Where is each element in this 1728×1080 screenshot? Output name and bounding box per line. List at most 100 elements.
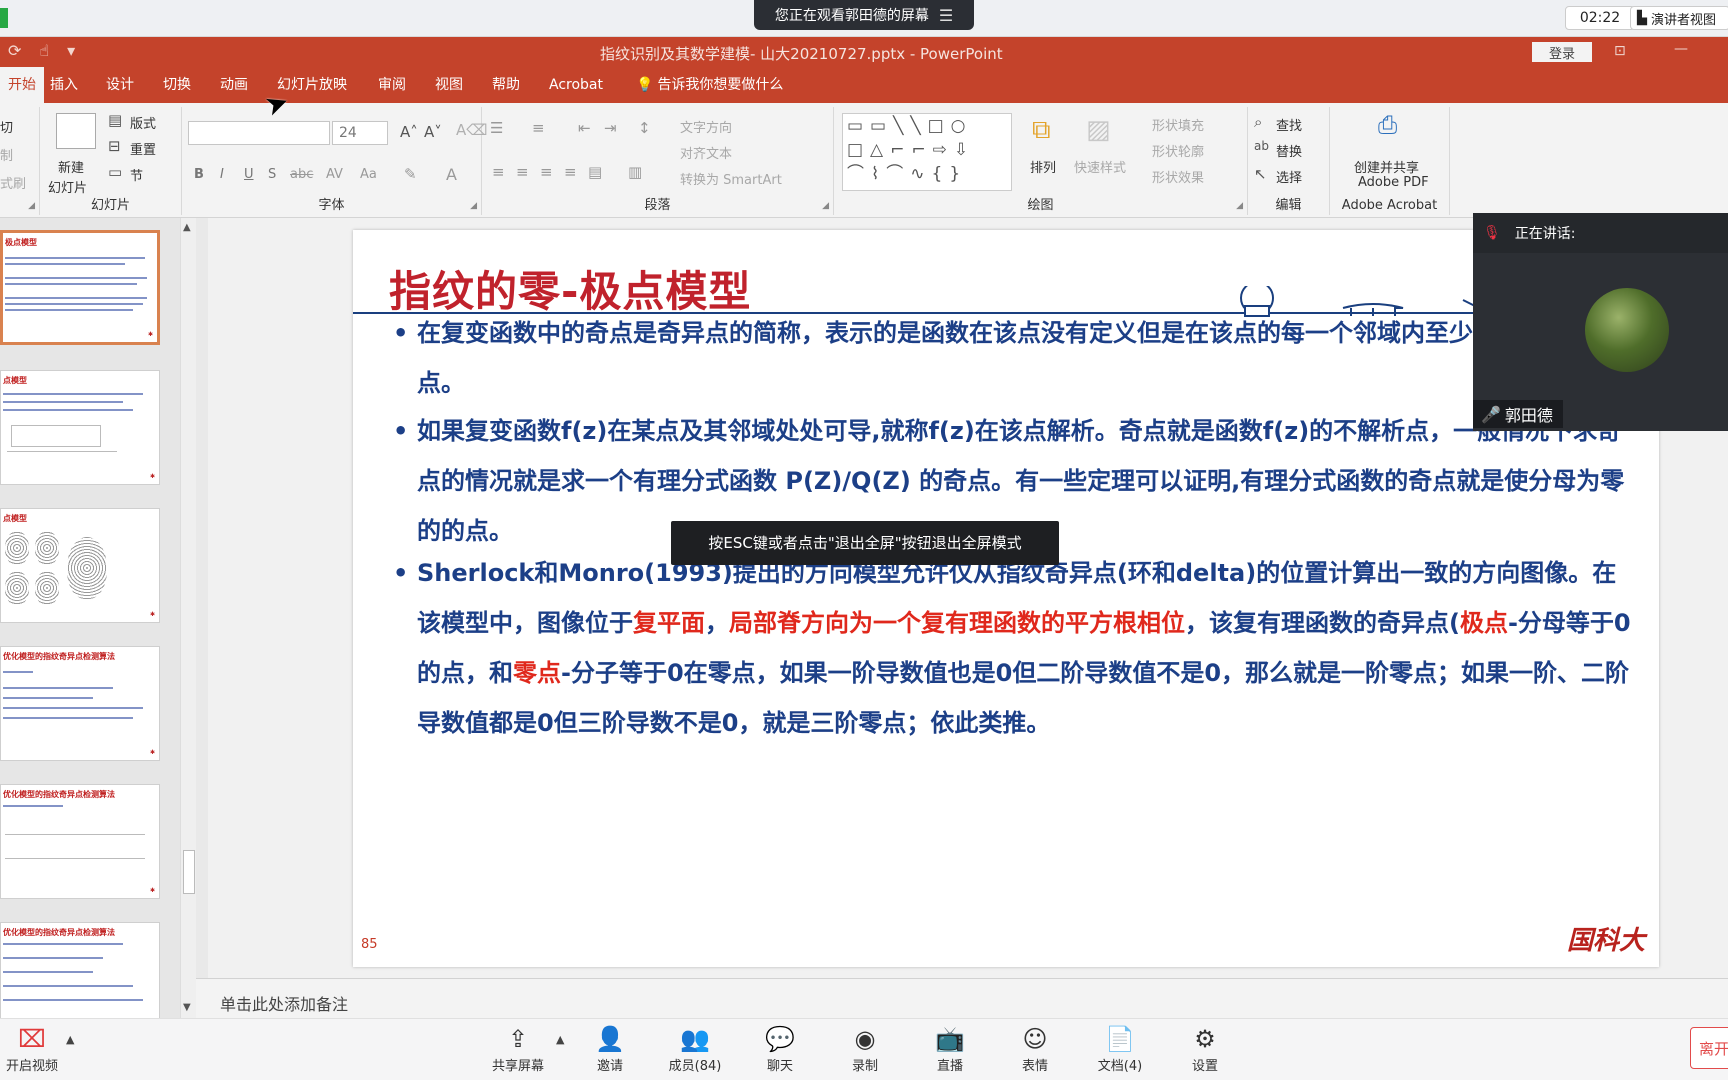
- create-share-label-1[interactable]: 创建并共享: [1354, 157, 1419, 176]
- presenter-view-button[interactable]: ▙ 演讲者视图: [1630, 6, 1728, 30]
- find-button[interactable]: 查找: [1276, 115, 1302, 134]
- slide-canvas[interactable]: 指纹的零-极点模型 • 在复变函数中的奇点是奇异点的简称，表示的是函数在该点没有…: [353, 230, 1659, 967]
- quick-styles-icon[interactable]: ▨: [1086, 115, 1111, 145]
- create-share-label-2[interactable]: Adobe PDF: [1358, 175, 1429, 190]
- cut-button[interactable]: 切: [0, 117, 13, 136]
- shape-outline-button[interactable]: 形状轮廓: [1152, 141, 1204, 160]
- align-left-icon[interactable]: ≡: [492, 163, 505, 181]
- thumbnail-scroll-thumb[interactable]: [183, 850, 195, 894]
- distribute-icon[interactable]: ▤: [588, 163, 602, 181]
- docs-button[interactable]: 📄 文档(4): [1088, 1023, 1152, 1074]
- drawing-launcher-icon[interactable]: ◢: [1236, 201, 1243, 211]
- numbering-icon[interactable]: ≡: [532, 119, 545, 137]
- align-text-button[interactable]: 对齐文本: [680, 143, 732, 162]
- slide-thumbnail[interactable]: 极点模型 ✱: [0, 230, 160, 345]
- tab-view[interactable]: 视图: [435, 67, 463, 103]
- highlight-icon[interactable]: ✎: [404, 165, 417, 183]
- slide-thumbnail[interactable]: 点模型 ✱: [0, 508, 160, 623]
- slide-thumbnail[interactable]: 优化模型的指纹奇异点检测算法 ✱: [0, 784, 160, 899]
- char-spacing-button[interactable]: AV: [326, 167, 343, 182]
- shapes-gallery[interactable]: ▭▭╲╲□○ □△⌐⌐⇨⇩ ⌒⌇⌒∿{}: [842, 113, 1012, 191]
- members-button[interactable]: 👥 成员(84): [663, 1023, 727, 1074]
- increase-indent-icon[interactable]: ⇥: [604, 119, 617, 137]
- share-options-icon[interactable]: ▲: [556, 1033, 564, 1046]
- ribbon-display-icon[interactable]: ⊡: [1614, 43, 1626, 59]
- tab-acrobat[interactable]: Acrobat: [549, 67, 603, 103]
- login-button[interactable]: 登录: [1532, 42, 1592, 62]
- font-launcher-icon[interactable]: ◢: [470, 201, 477, 211]
- tab-home[interactable]: 开始: [0, 67, 44, 103]
- customize-qat-icon[interactable]: ▾: [67, 41, 75, 60]
- tab-insert[interactable]: 插入: [50, 67, 78, 103]
- select-button[interactable]: 选择: [1276, 167, 1302, 186]
- tab-review[interactable]: 审阅: [378, 67, 406, 103]
- invite-button[interactable]: 👤 邀请: [578, 1023, 642, 1074]
- chat-button[interactable]: 💬 聊天: [748, 1023, 812, 1074]
- tab-animations[interactable]: 动画: [220, 67, 248, 103]
- decrease-font-icon[interactable]: A˅: [424, 123, 442, 141]
- arrange-button[interactable]: 排列: [1030, 157, 1056, 176]
- speaker-header: 🎙 正在讲话:: [1473, 213, 1728, 253]
- create-pdf-icon[interactable]: ⎙: [1378, 111, 1397, 139]
- replace-button[interactable]: 替换: [1276, 141, 1302, 160]
- font-size-combo[interactable]: 24: [332, 121, 388, 145]
- record-button[interactable]: ◉ 录制: [833, 1023, 897, 1074]
- arrange-icon[interactable]: ⧉: [1032, 115, 1051, 146]
- shape-fill-button[interactable]: 形状填充: [1152, 115, 1204, 134]
- scroll-down-icon[interactable]: ▼: [183, 1002, 191, 1013]
- notes-placeholder[interactable]: 单击此处添加备注: [220, 991, 348, 1015]
- decrease-indent-icon[interactable]: ⇤: [578, 119, 591, 137]
- slide-thumbnail[interactable]: 点模型 ✱: [0, 370, 160, 485]
- columns-icon[interactable]: ▥: [628, 163, 642, 181]
- settings-button[interactable]: ⚙ 设置: [1173, 1023, 1237, 1074]
- leave-button[interactable]: 离开: [1690, 1027, 1728, 1069]
- screen-share-banner[interactable]: 您正在观看郭田德的屏幕 ☰: [754, 0, 974, 30]
- format-painter-button[interactable]: 式刷: [0, 173, 26, 192]
- font-color-button[interactable]: A: [446, 165, 457, 184]
- new-slide-label-1[interactable]: 新建: [58, 157, 84, 176]
- text-direction-button[interactable]: 文字方向: [680, 117, 732, 136]
- new-slide-icon[interactable]: [56, 113, 96, 149]
- tab-design[interactable]: 设计: [106, 67, 134, 103]
- video-button[interactable]: ⌧ 开启视频: [0, 1023, 64, 1074]
- justify-icon[interactable]: ≡: [564, 163, 577, 181]
- strikethrough-button[interactable]: abc: [290, 167, 313, 182]
- paragraph-launcher-icon[interactable]: ◢: [822, 201, 829, 211]
- tab-help[interactable]: 帮助: [492, 67, 520, 103]
- reaction-button[interactable]: ☺ 表情: [1003, 1023, 1067, 1074]
- video-options-icon[interactable]: ▲: [66, 1033, 74, 1046]
- bullets-icon[interactable]: ☰: [490, 119, 503, 137]
- quick-styles-button[interactable]: 快速样式: [1074, 157, 1126, 176]
- slide-thumbnail[interactable]: 优化模型的指纹奇异点检测算法 ✱: [0, 646, 160, 761]
- banner-menu-icon[interactable]: ☰: [939, 6, 953, 25]
- scroll-up-icon[interactable]: ▲: [183, 222, 191, 233]
- shape-effects-button[interactable]: 形状效果: [1152, 167, 1204, 186]
- share-screen-button[interactable]: ⇪ 共享屏幕: [486, 1023, 550, 1074]
- line-spacing-icon[interactable]: ↕: [638, 119, 651, 137]
- italic-button[interactable]: I: [220, 167, 224, 182]
- increase-font-icon[interactable]: A˄: [400, 123, 418, 141]
- thumbnail-scrollbar[interactable]: [180, 218, 196, 1018]
- notes-pane[interactable]: 单击此处添加备注: [196, 978, 1728, 1018]
- copy-button[interactable]: 制: [0, 145, 13, 164]
- clipboard-launcher-icon[interactable]: ◢: [28, 201, 35, 211]
- live-button[interactable]: 📺 直播: [918, 1023, 982, 1074]
- touch-mode-icon[interactable]: ☝: [39, 41, 49, 60]
- underline-button[interactable]: U: [244, 167, 254, 182]
- tell-me-search[interactable]: 💡 告诉我你想要做什么: [636, 67, 783, 103]
- slide-thumbnail[interactable]: 优化模型的指纹奇异点检测算法: [0, 922, 160, 1018]
- align-center-icon[interactable]: ≡: [516, 163, 529, 181]
- change-case-button[interactable]: Aa: [360, 167, 377, 182]
- tab-transitions[interactable]: 切换: [163, 67, 191, 103]
- reset-button[interactable]: 重置: [130, 139, 156, 158]
- convert-smartart-button[interactable]: 转换为 SmartArt: [680, 169, 782, 188]
- minimize-icon[interactable]: —: [1674, 41, 1688, 57]
- tab-slideshow[interactable]: 幻灯片放映: [277, 67, 347, 103]
- align-right-icon[interactable]: ≡: [540, 163, 553, 181]
- bold-button[interactable]: B: [194, 167, 204, 182]
- font-name-combo[interactable]: [188, 121, 330, 145]
- layout-button[interactable]: 版式: [130, 113, 156, 132]
- autosave-icon[interactable]: ⟳: [8, 41, 21, 60]
- section-button[interactable]: 节: [130, 165, 143, 184]
- shadow-button[interactable]: S: [268, 167, 276, 182]
